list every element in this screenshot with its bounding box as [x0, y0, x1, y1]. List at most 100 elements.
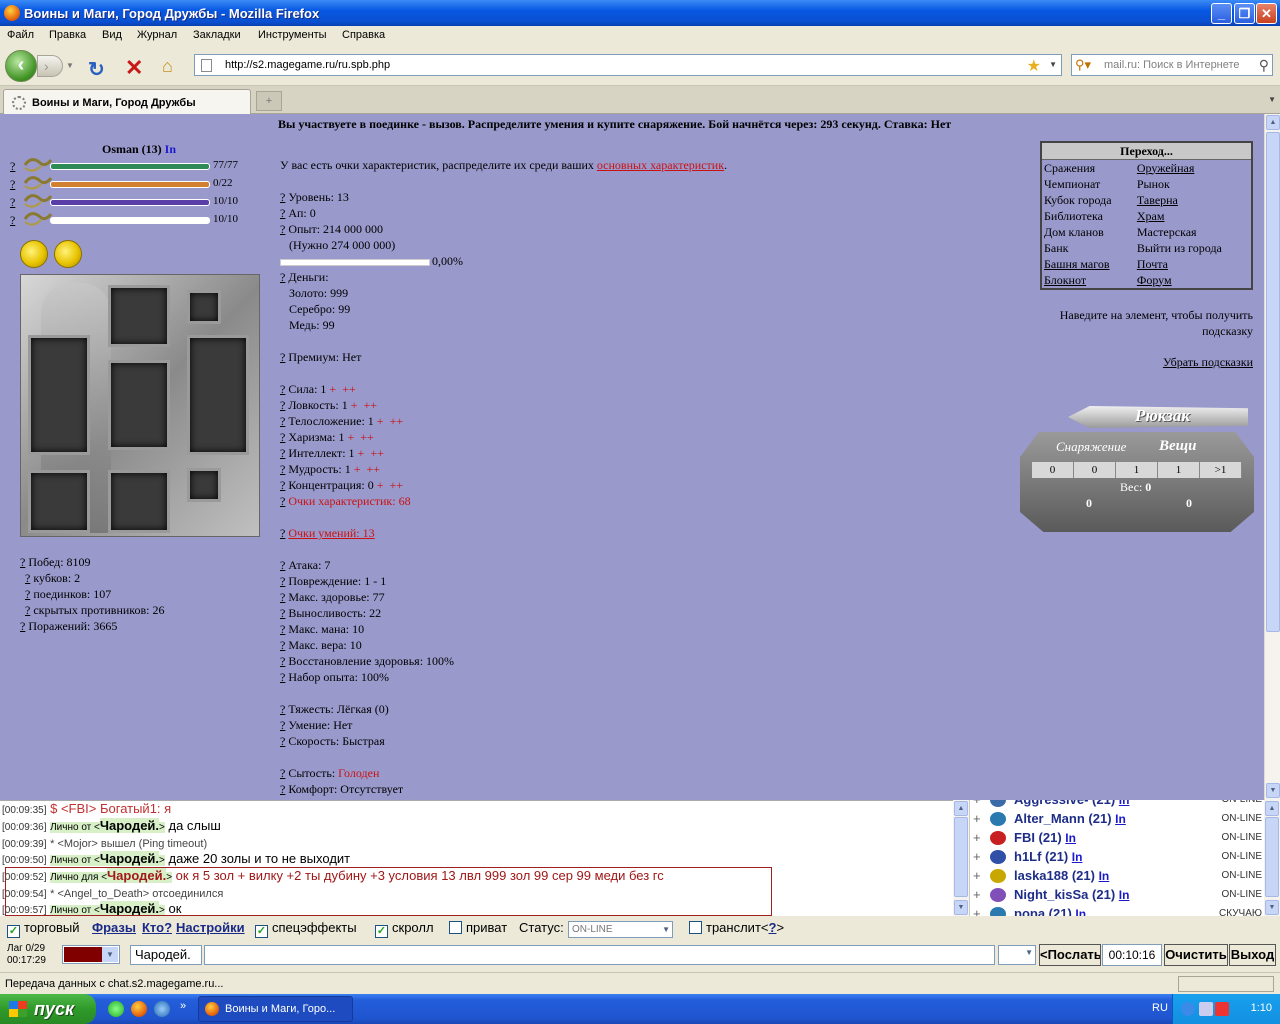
recipient-field[interactable]: Чародей.: [130, 945, 202, 965]
quicklaunch-icon[interactable]: [108, 1001, 124, 1017]
new-tab-button[interactable]: +: [256, 91, 282, 111]
user-info-link[interactable]: In: [1119, 800, 1130, 807]
location-link[interactable]: Форум: [1135, 272, 1251, 288]
stop-icon[interactable]: ✕: [125, 55, 143, 81]
backpack-cell[interactable]: >1: [1200, 462, 1242, 478]
send-button[interactable]: <Послать: [1039, 944, 1101, 966]
checkbox-unchecked-icon[interactable]: [449, 921, 462, 934]
plus-plus-button[interactable]: ++: [370, 446, 384, 460]
boots-slot[interactable]: [108, 470, 170, 533]
expand-icon[interactable]: +: [973, 811, 981, 826]
user-list-item[interactable]: + Night_kisSa (21) In ON-LINE: [970, 886, 1264, 905]
exit-button[interactable]: Выход: [1229, 944, 1276, 966]
plus-button[interactable]: +: [354, 462, 361, 476]
plus-plus-button[interactable]: ++: [367, 462, 381, 476]
translit-toggle[interactable]: транслит<?>: [689, 920, 784, 935]
bookmark-star-icon[interactable]: ★: [1027, 56, 1041, 76]
user-info-link[interactable]: In: [1119, 888, 1130, 902]
menu-file[interactable]: Файл: [7, 29, 34, 41]
location-link[interactable]: Рынок: [1135, 176, 1251, 192]
history-dropdown-icon[interactable]: ▼: [63, 55, 77, 77]
character-info-link[interactable]: In: [165, 142, 176, 156]
scroll-up-icon[interactable]: ▲: [1266, 115, 1280, 130]
user-name[interactable]: Alter_Mann (21) In: [1014, 811, 1126, 826]
backpack-cell[interactable]: 0: [1032, 462, 1074, 478]
location-link[interactable]: Блокнот: [1042, 272, 1135, 288]
private-toggle[interactable]: приват: [449, 920, 507, 935]
tab-active[interactable]: Воины и Маги, Город Дружбы: [3, 89, 251, 114]
page-scrollbar[interactable]: ▲ ▼: [1264, 114, 1280, 800]
expand-icon[interactable]: +: [973, 887, 981, 902]
expand-icon[interactable]: +: [973, 868, 981, 883]
scroll-down-icon[interactable]: ▼: [1265, 900, 1279, 915]
location-link[interactable]: Чемпионат: [1042, 176, 1135, 192]
location-link[interactable]: Мастерская: [1135, 224, 1251, 240]
settings-link[interactable]: Настройки: [176, 920, 245, 935]
tray-arrow-icon[interactable]: [1181, 1002, 1195, 1016]
gloves-slot[interactable]: [28, 470, 90, 533]
user-list-item[interactable]: + Aggressive- (21) In ON-LINE: [970, 800, 1264, 810]
backpack-cell[interactable]: 1: [1158, 462, 1200, 478]
scroll-down-icon[interactable]: ▼: [1266, 783, 1280, 798]
forward-button[interactable]: ›: [37, 55, 63, 77]
chat-nick[interactable]: Чародей.: [99, 818, 160, 833]
user-info-link[interactable]: In: [1072, 850, 1083, 864]
reload-icon[interactable]: ↻: [88, 57, 105, 82]
scroll-thumb[interactable]: [954, 817, 968, 897]
window-titlebar[interactable]: Воины и Маги, Город Дружбы - Mozilla Fir…: [0, 0, 1280, 26]
location-link[interactable]: Библиотека: [1042, 208, 1135, 224]
location-link[interactable]: Храм: [1135, 208, 1251, 224]
userlist-scrollbar[interactable]: ▲ ▼: [953, 800, 970, 916]
user-name[interactable]: Night_kisSa (21) In: [1014, 887, 1129, 902]
location-link[interactable]: Кубок города: [1042, 192, 1135, 208]
user-info-link[interactable]: In: [1065, 831, 1076, 845]
location-link[interactable]: Башня магов: [1042, 256, 1135, 272]
shield-slot[interactable]: [187, 335, 249, 455]
user-name[interactable]: h1Lf (21) In: [1014, 849, 1082, 864]
expand-icon[interactable]: +: [973, 906, 981, 916]
user-list-item[interactable]: + FBI (21) In ON-LINE: [970, 829, 1264, 848]
quicklaunch-more-icon[interactable]: »: [180, 1000, 186, 1012]
security-icon[interactable]: [1215, 1002, 1229, 1016]
smiley-select[interactable]: [998, 945, 1036, 965]
ring-slot[interactable]: [187, 468, 221, 502]
armor-slot[interactable]: [108, 360, 170, 450]
scroll-up-icon[interactable]: ▲: [954, 801, 968, 816]
plus-button[interactable]: +: [377, 478, 384, 492]
home-icon[interactable]: ⌂: [162, 56, 173, 77]
backpack-title[interactable]: Рюкзак: [1135, 406, 1190, 426]
helmet-slot[interactable]: [108, 285, 170, 347]
items-tab[interactable]: Вещи: [1159, 438, 1197, 455]
user-name[interactable]: popa (21) In: [1014, 906, 1086, 916]
menu-history[interactable]: Журнал: [137, 29, 177, 41]
phrases-link[interactable]: Фразы: [92, 920, 136, 935]
plus-plus-button[interactable]: ++: [360, 430, 374, 444]
chat-log[interactable]: [00:09:35] $ <FBI> Богатый1: я [00:09:36…: [0, 800, 953, 916]
plus-button[interactable]: +: [329, 382, 336, 396]
status-select[interactable]: ON-LINE: [568, 919, 673, 938]
message-input[interactable]: [204, 945, 995, 965]
url-dropdown-icon[interactable]: ▼: [1049, 60, 1057, 69]
plus-button[interactable]: +: [351, 398, 358, 412]
plus-plus-button[interactable]: ++: [342, 382, 356, 396]
scroll-toggle[interactable]: ✓ скролл: [375, 920, 434, 938]
weapon-slot[interactable]: [28, 335, 90, 455]
location-link[interactable]: Сражения: [1042, 160, 1135, 176]
chat-nick[interactable]: Чародей.: [99, 851, 160, 866]
location-link[interactable]: Таверна: [1135, 192, 1251, 208]
effects-toggle[interactable]: ✓ спецэффекты: [255, 920, 357, 938]
amulet-slot[interactable]: [187, 290, 221, 324]
location-link[interactable]: Почта: [1135, 256, 1251, 272]
user-list-item[interactable]: + Alter_Mann (21) In ON-LINE: [970, 810, 1264, 829]
color-select[interactable]: ▼: [62, 945, 120, 964]
expand-icon[interactable]: +: [973, 830, 981, 845]
equipment-tab[interactable]: Снаряжение: [1056, 439, 1126, 455]
user-info-link[interactable]: In: [1099, 869, 1110, 883]
menu-bookmarks[interactable]: Закладки: [193, 29, 241, 41]
user-info-link[interactable]: In: [1115, 812, 1126, 826]
tab-list-dropdown-icon[interactable]: ▼: [1268, 95, 1276, 104]
taskbar-window-button[interactable]: Воины и Маги, Горо...: [198, 996, 353, 1022]
user-name[interactable]: laska188 (21) In: [1014, 868, 1109, 883]
user-name[interactable]: Aggressive- (21) In: [1014, 800, 1129, 807]
plus-plus-button[interactable]: ++: [390, 478, 404, 492]
